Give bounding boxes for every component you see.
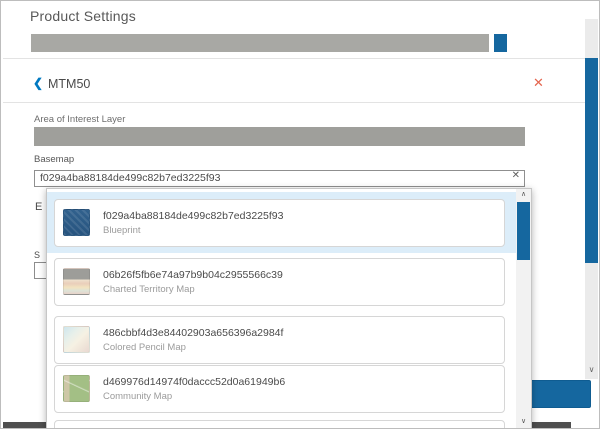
main-scrollbar-down-icon[interactable]: ∨ (585, 362, 598, 378)
basemap-option-text: 06b26f5fb6e74a97b9b04c2955566c39 Charted… (103, 268, 283, 296)
product-settings-dialog: Product Settings ❮ MTM50 ✕ Area of Inter… (0, 0, 600, 429)
basemap-option-id: 486cbbf4d3e84402903a656396a2984f (103, 326, 283, 341)
hidden-field-label-partial-2: S (34, 250, 40, 260)
primary-action-button[interactable] (523, 380, 591, 408)
basemap-option-partial[interactable] (54, 420, 505, 429)
basemap-dropdown: f029a4ba88184de499c82b7ed3225f93 Bluepri… (46, 188, 532, 429)
basemap-option-id: f029a4ba88184de499c82b7ed3225f93 (103, 209, 283, 224)
basemap-option-id: 06b26f5fb6e74a97b9b04c2955566c39 (103, 268, 283, 283)
dropdown-scroll-up-icon[interactable]: ∧ (516, 189, 531, 201)
dropdown-scroll-down-icon[interactable]: ∨ (516, 416, 531, 428)
section-divider (3, 102, 585, 103)
basemap-option-community[interactable]: d469976d14974f0daccc52d0a61949b6 Communi… (54, 365, 505, 413)
basemap-thumbnail-charted-territory (63, 268, 90, 295)
basemap-option-blueprint[interactable]: f029a4ba88184de499c82b7ed3225f93 Bluepri… (54, 199, 505, 247)
basemap-option-id: d469976d14974f0daccc52d0a61949b6 (103, 375, 285, 390)
basemap-thumbnail-blueprint (63, 209, 90, 236)
basemap-thumbnail-community (63, 375, 90, 402)
basemap-option-charted-territory[interactable]: 06b26f5fb6e74a97b9b04c2955566c39 Charted… (54, 258, 505, 306)
basemap-input[interactable] (34, 170, 525, 187)
page-title: Product Settings (30, 8, 136, 24)
clear-input-icon[interactable]: ✕ (512, 170, 520, 181)
main-scrollbar-thumb[interactable] (585, 58, 598, 263)
dropdown-scrollbar-thumb[interactable] (517, 202, 530, 260)
basemap-option-text: f029a4ba88184de499c82b7ed3225f93 Bluepri… (103, 209, 283, 237)
basemap-thumbnail-colored-pencil (63, 326, 90, 353)
header-divider (3, 58, 585, 59)
basemap-input-wrap: ✕ (34, 168, 525, 185)
area-of-interest-select[interactable] (34, 127, 525, 146)
product-name-label[interactable]: MTM50 (48, 77, 90, 91)
basemap-label: Basemap (34, 154, 74, 165)
close-icon[interactable]: ✕ (533, 75, 544, 91)
basemap-option-text: d469976d14974f0daccc52d0a61949b6 Communi… (103, 375, 285, 403)
basemap-option-name: Blueprint (103, 224, 283, 237)
basemap-option-text: 486cbbf4d3e84402903a656396a2984f Colored… (103, 326, 283, 354)
area-of-interest-label: Area of Interest Layer (34, 114, 125, 125)
basemap-option-colored-pencil[interactable]: 486cbbf4d3e84402903a656396a2984f Colored… (54, 316, 505, 364)
basemap-option-name: Charted Territory Map (103, 283, 283, 296)
hidden-field-label-partial: E (35, 201, 42, 213)
back-chevron-icon[interactable]: ❮ (33, 76, 43, 90)
basemap-option-name: Community Map (103, 390, 285, 403)
redacted-input-bar[interactable] (31, 34, 489, 52)
basemap-option-name: Colored Pencil Map (103, 341, 283, 354)
blue-indicator-button[interactable] (494, 34, 507, 52)
